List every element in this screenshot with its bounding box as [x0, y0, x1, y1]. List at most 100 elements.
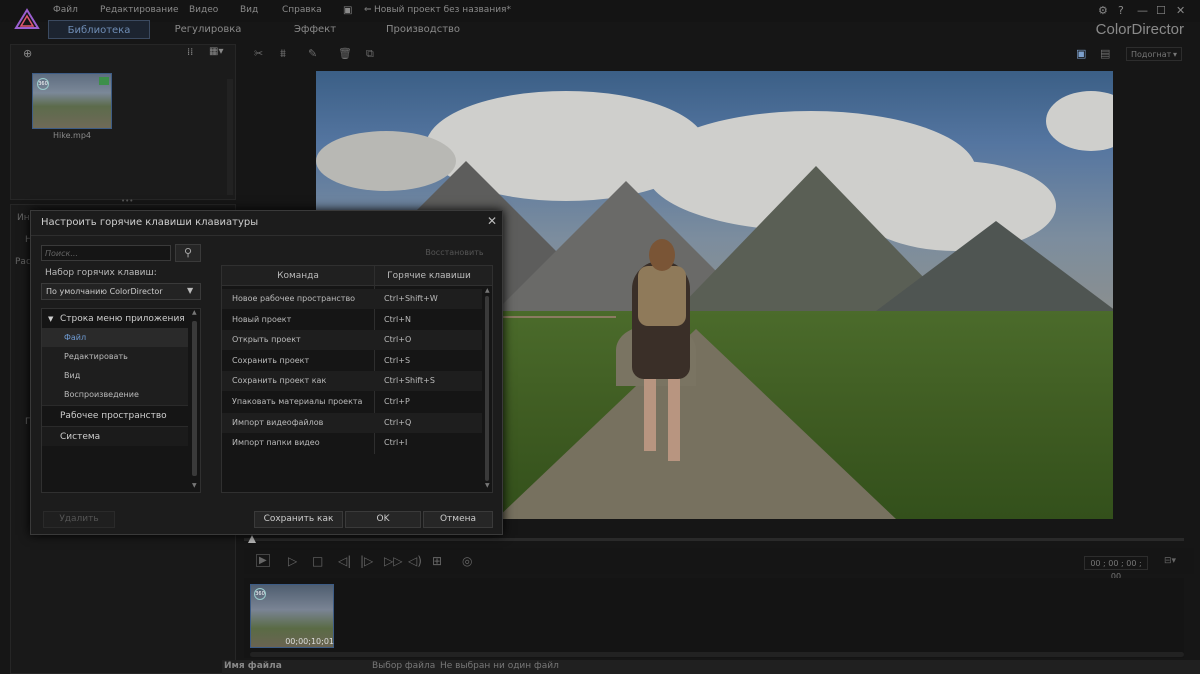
search-button[interactable]: ⚲: [175, 244, 201, 262]
command-cell: Импорт видеофайлов: [232, 417, 324, 427]
tree-item-playback[interactable]: Воспроизведение: [42, 385, 188, 405]
bottom-col-filename: Имя файла: [224, 661, 282, 671]
table-row[interactable]: Открыть проект Ctrl+O: [222, 330, 482, 351]
menu-help[interactable]: Справка: [282, 5, 322, 15]
menu-view[interactable]: Вид: [240, 5, 258, 15]
import-media-icon[interactable]: ⊕: [23, 47, 32, 60]
hotkeys-table: Команда Горячие клавиши Новое рабочее пр…: [221, 265, 493, 493]
stop-icon[interactable]: □: [312, 554, 323, 568]
play-icon[interactable]: ▷: [288, 554, 297, 568]
snapshot-icon[interactable]: ⊞: [432, 554, 442, 568]
timecode-display[interactable]: 00 ; 00 ; 00 ; 00: [1084, 556, 1148, 581]
delete-trash-icon[interactable]: 🗑: [338, 47, 352, 60]
search-icon: ⚲: [183, 246, 193, 259]
tab-produce[interactable]: Производство: [370, 20, 476, 39]
tree-group-app-menu[interactable]: ▼ Строка меню приложения: [42, 309, 188, 329]
table-header: Команда Горячие клавиши: [222, 266, 492, 286]
zoom-fit-label: Подогнат: [1131, 50, 1172, 59]
tab-effect[interactable]: Эффект: [268, 20, 362, 39]
cancel-button[interactable]: Отмена: [423, 511, 493, 528]
command-cell: Новый проект: [232, 314, 292, 324]
dirt-path: [496, 329, 896, 519]
restore-button[interactable]: Восстановить: [423, 245, 486, 261]
360-view-icon[interactable]: ◎: [462, 554, 472, 568]
table-row[interactable]: Сохранить проект Ctrl+S: [222, 351, 482, 371]
save-as-button[interactable]: Сохранить как: [254, 511, 343, 528]
column-header-hotkey[interactable]: Горячие клавиши: [375, 266, 483, 286]
tab-library[interactable]: Библиотека: [48, 20, 150, 39]
media-thumbnail[interactable]: 360: [32, 73, 112, 129]
preview-mode-icon[interactable]: ▣: [1076, 47, 1086, 60]
menu-video[interactable]: Видео: [189, 5, 218, 15]
expand-triangle-icon: ▼: [48, 315, 54, 323]
table-row[interactable]: Упаковать материалы проекта Ctrl+P: [222, 392, 482, 412]
column-header-command[interactable]: Команда: [222, 266, 374, 286]
hotkey-cell: Ctrl+P: [384, 397, 410, 406]
timeline-scrollbar[interactable]: [250, 652, 1184, 657]
table-row[interactable]: Новый проект Ctrl+N: [222, 310, 482, 330]
app-name: ColorDirector: [1095, 21, 1184, 38]
hotkey-cell: Ctrl+Q: [384, 417, 412, 427]
tab-adjust[interactable]: Регулировка: [158, 20, 258, 39]
trim-icon[interactable]: ⩩: [280, 47, 286, 61]
hotkey-set-select[interactable]: По умолчанию ColorDirector: [41, 283, 201, 300]
app-logo-icon: [14, 8, 40, 29]
left-panel-label-3: Рас: [15, 257, 31, 267]
next-frame-icon[interactable]: |▷: [360, 554, 373, 568]
grid-view-icon[interactable]: ⁞⁞: [187, 47, 193, 58]
media-filename: Hike.mp4: [52, 131, 91, 140]
settings-gear-icon[interactable]: ⚙: [1098, 4, 1108, 17]
minimize-icon[interactable]: —: [1137, 4, 1148, 17]
menu-edit[interactable]: Редактирование: [100, 5, 179, 15]
tree-item-system[interactable]: Система: [42, 426, 188, 446]
compare-mode-icon[interactable]: ▤: [1100, 47, 1110, 60]
close-icon[interactable]: ✕: [1176, 4, 1185, 17]
volume-icon[interactable]: ◁): [408, 554, 422, 568]
seek-handle-icon[interactable]: [248, 535, 256, 543]
table-row[interactable]: Сохранить проект как Ctrl+Shift+S: [222, 371, 482, 392]
split-scissors-icon[interactable]: ✂: [254, 47, 263, 60]
library-scrollbar[interactable]: [227, 79, 233, 195]
edit-pen-icon[interactable]: ✎: [308, 47, 317, 60]
maximize-icon[interactable]: ☐: [1156, 4, 1166, 17]
library-panel: ⊕ ⁞⁞ ▦▾ 360 Hike.mp4 •••: [10, 44, 237, 205]
table-row[interactable]: Новое рабочее пространство Ctrl+Shift+W: [222, 289, 482, 309]
timeline-panel: [244, 578, 1184, 658]
zoom-fit-select[interactable]: Подогнат ▾: [1126, 47, 1182, 61]
menu-file[interactable]: Файл: [53, 5, 78, 15]
delete-button[interactable]: Удалить: [43, 511, 115, 528]
tree-item-workspace[interactable]: Рабочее пространство: [42, 405, 188, 425]
bottom-strip: Имя файла Выбор файла Не выбран ни один …: [222, 660, 1200, 674]
tree-scrollbar[interactable]: [192, 321, 197, 476]
hotkey-set-label: Набор горячих клавиш:: [45, 268, 157, 278]
view-options-icon[interactable]: ▦▾: [209, 46, 223, 57]
command-cell: Упаковать материалы проекта: [232, 397, 363, 406]
ok-button[interactable]: OK: [345, 511, 421, 528]
fast-forward-icon[interactable]: ▷▷: [384, 554, 402, 568]
tree-item-file[interactable]: Файл: [42, 328, 188, 348]
bottom-col-choose: Выбор файла: [372, 661, 436, 671]
scroll-down-icon[interactable]: ▼: [485, 482, 490, 489]
chevron-down-icon: ▼: [187, 286, 194, 295]
library-toolbar: ⊕ ⁞⁞ ▦▾: [11, 45, 237, 63]
scroll-down-icon[interactable]: ▼: [192, 482, 197, 489]
output-options-icon[interactable]: ⊟▾: [1164, 556, 1176, 566]
tree-item-edit[interactable]: Редактировать: [42, 347, 188, 367]
table-row[interactable]: Импорт видеофайлов Ctrl+Q: [222, 412, 482, 433]
crop-icon[interactable]: ⧉: [366, 47, 374, 61]
previous-frame-icon[interactable]: ◁|: [338, 554, 351, 568]
close-icon[interactable]: ✕: [487, 214, 497, 228]
tree-item-view[interactable]: Вид: [42, 366, 188, 386]
scroll-up-icon[interactable]: ▲: [192, 309, 197, 316]
360-badge-icon: 360: [37, 78, 49, 90]
chevron-down-icon: ▾: [1172, 50, 1177, 59]
scroll-up-icon[interactable]: ▲: [485, 287, 490, 294]
seek-bar[interactable]: [244, 538, 1184, 541]
table-row[interactable]: Импорт папки видео Ctrl+I: [222, 433, 482, 453]
help-icon[interactable]: ?: [1118, 4, 1124, 17]
category-tree: ▼ Строка меню приложения Файл Редактиров…: [41, 308, 201, 493]
save-icon[interactable]: ▣: [343, 5, 352, 16]
playback-mode-icon[interactable]: ▶: [256, 554, 270, 567]
search-input[interactable]: Поиск...: [41, 245, 171, 261]
table-scrollbar[interactable]: [485, 296, 489, 481]
